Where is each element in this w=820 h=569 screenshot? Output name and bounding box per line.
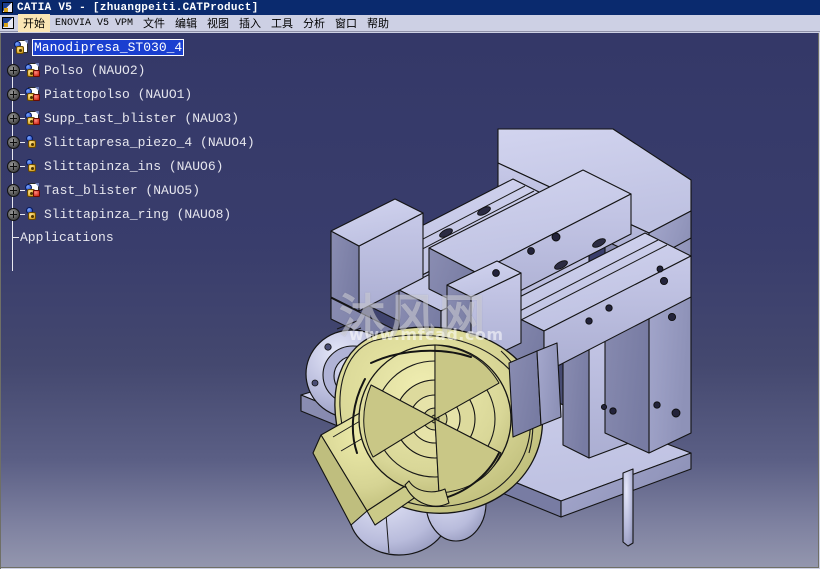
tree-node-root[interactable]: Manodipresa_ST030_4 [1,36,331,58]
tree-item-label[interactable]: Slittapinza_ins (NAUO6) [43,159,224,174]
tree-elbow-line [6,226,19,248]
catia-logo-icon [2,2,13,13]
product-gear-icon [25,158,41,174]
menu-item-tools[interactable]: 工具 [266,14,298,32]
tree-node-slittapresa-piezo-4[interactable]: Slittapresa_piezo_4 (NAUO4) [1,130,331,154]
product-gear-icon [25,134,41,150]
expand-icon[interactable] [7,207,20,221]
part-document-icon [25,110,41,126]
expand-icon[interactable] [7,159,20,173]
menu-item-start[interactable]: 开始 [18,14,50,32]
tree-node-slittapinza-ins[interactable]: Slittapinza_ins (NAUO6) [1,154,331,178]
3d-viewport[interactable]: 沐风网 www.mfcad.com Manodipresa_ST030_4 Po… [1,33,819,568]
expand-icon[interactable] [7,63,20,77]
product-gear-icon [25,206,41,222]
expand-icon[interactable] [7,135,20,149]
expand-icon[interactable] [7,111,20,125]
tree-node-piattopolso[interactable]: Piattopolso (NAUO1) [1,82,331,106]
tree-node-slittapinza-ring[interactable]: Slittapinza_ring (NAUO8) [1,202,331,226]
menu-item-edit[interactable]: 编辑 [170,14,202,32]
menu-item-view[interactable]: 视图 [202,14,234,32]
specification-tree[interactable]: Manodipresa_ST030_4 Polso (NAUO2) Piatto… [1,33,331,271]
tree-item-label[interactable]: Applications [19,230,115,245]
menu-item-help[interactable]: 帮助 [362,14,394,32]
catia-main-window: CATIA V5 - [zhuangpeiti.CATProduct] 开始 E… [0,0,820,569]
menu-item-analyze[interactable]: 分析 [298,14,330,32]
title-bar: CATIA V5 - [zhuangpeiti.CATProduct] [0,0,820,15]
expand-icon[interactable] [7,183,20,197]
tree-node-tast-blister[interactable]: Tast_blister (NAUO5) [1,178,331,202]
tree-node-applications[interactable]: Applications [1,226,331,248]
tree-item-label[interactable]: Supp_tast_blister (NAUO3) [43,111,240,126]
catia-logo-icon [2,17,14,29]
menu-item-window[interactable]: 窗口 [330,14,362,32]
menu-item-file[interactable]: 文件 [138,14,170,32]
tree-item-label[interactable]: Piattopolso (NAUO1) [43,87,193,102]
tree-item-label[interactable]: Polso (NAUO2) [43,63,146,78]
tree-node-polso[interactable]: Polso (NAUO2) [1,58,331,82]
expand-icon[interactable] [7,87,20,101]
menu-item-enovia-v5-vpm[interactable]: ENOVIA V5 VPM [50,17,138,30]
part-document-icon [25,182,41,198]
menu-item-insert[interactable]: 插入 [234,14,266,32]
product-document-icon [14,39,30,55]
part-document-icon [25,62,41,78]
tree-root-label[interactable]: Manodipresa_ST030_4 [32,38,185,56]
tree-node-supp-tast-blister[interactable]: Supp_tast_blister (NAUO3) [1,106,331,130]
window-title: CATIA V5 - [zhuangpeiti.CATProduct] [17,1,259,14]
menu-bar: 开始 ENOVIA V5 VPM 文件 编辑 视图 插入 工具 分析 窗口 帮助 [0,14,820,32]
part-document-icon [25,86,41,102]
tree-item-label[interactable]: Slittapresa_piezo_4 (NAUO4) [43,135,256,150]
tree-item-label[interactable]: Tast_blister (NAUO5) [43,183,201,198]
tree-item-label[interactable]: Slittapinza_ring (NAUO8) [43,207,232,222]
